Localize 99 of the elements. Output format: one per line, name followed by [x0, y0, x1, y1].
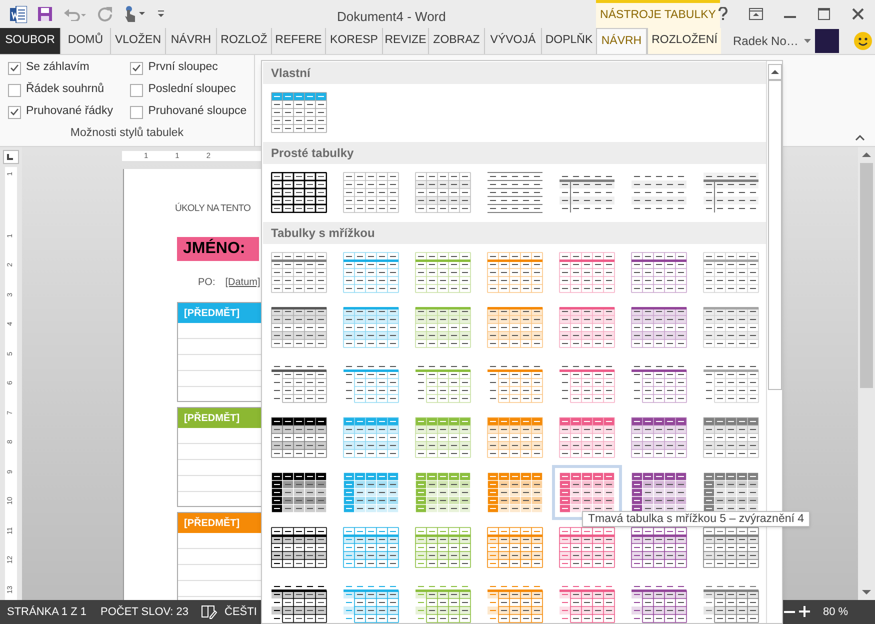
table-style-option[interactable]	[415, 172, 471, 213]
table-style-option[interactable]	[487, 472, 543, 513]
table-style-option[interactable]	[703, 307, 759, 348]
table-style-option[interactable]	[559, 252, 615, 293]
word-app-icon[interactable]	[10, 6, 27, 22]
checkbox[interactable]	[130, 84, 144, 96]
scrollbar-thumb[interactable]	[768, 80, 782, 390]
section-header: Tabulky s mřížkou	[263, 222, 766, 244]
document-scrollbar[interactable]	[858, 147, 875, 600]
close-icon[interactable]	[852, 8, 864, 20]
section-header: Vlastní	[263, 62, 766, 84]
table-style-option[interactable]	[487, 527, 543, 568]
page-heading: ÚKOLY NA TENTO	[175, 202, 252, 216]
table-style-option[interactable]	[631, 307, 687, 348]
table-style-option[interactable]	[703, 472, 759, 513]
group-label: Možnosti stylů tabulek	[70, 126, 184, 141]
checkbox-label[interactable]: Se záhlavím	[26, 59, 90, 77]
table-style-option[interactable]	[271, 252, 327, 293]
table-style-option[interactable]	[487, 417, 543, 458]
tab-selector-icon[interactable]	[3, 150, 19, 164]
table-style-option[interactable]	[487, 252, 543, 293]
caret-icon[interactable]	[804, 39, 812, 43]
table-style-option[interactable]	[343, 417, 399, 458]
table-style-option[interactable]	[703, 527, 759, 568]
ribbon-display-icon[interactable]	[749, 8, 763, 20]
checkbox[interactable]	[8, 62, 21, 74]
ribbon-tab[interactable]: DOMŮ	[60, 28, 110, 54]
table-style-option[interactable]	[271, 307, 327, 348]
table-style-option[interactable]	[631, 417, 687, 458]
window-title: Dokument4 - Word	[337, 8, 446, 26]
ribbon-tab[interactable]: ROZLOŽENÍ	[647, 28, 721, 54]
table-style-option[interactable]	[415, 527, 471, 568]
table-style-option[interactable]	[343, 307, 399, 348]
table-style-option[interactable]	[703, 172, 759, 213]
collapse-ribbon-icon[interactable]	[855, 135, 865, 141]
checkbox[interactable]	[130, 62, 144, 74]
ribbon-tab[interactable]: ZOBRAZ	[428, 28, 484, 54]
table-style-option[interactable]	[631, 252, 687, 293]
table-style-option[interactable]	[487, 307, 543, 348]
checkbox-label[interactable]: Poslední sloupec	[148, 81, 236, 99]
ribbon-tab[interactable]: NÁVRH	[596, 28, 647, 54]
checkbox[interactable]	[8, 106, 21, 118]
ribbon-tab[interactable]: ROZLOŽ	[216, 28, 271, 54]
table-style-option[interactable]	[271, 417, 327, 458]
scrollbar-thumb[interactable]	[860, 163, 873, 388]
context-tab-group-header: NÁSTROJE TABULKY	[596, 0, 720, 28]
ribbon-tab[interactable]: NÁVRH	[165, 28, 216, 54]
ribbon-tab[interactable]: VLOŽEN	[110, 28, 165, 54]
scroll-up-icon[interactable]	[768, 64, 782, 80]
table-style-option[interactable]	[271, 472, 327, 513]
checkbox-label[interactable]: Pruhované sloupce	[148, 103, 247, 121]
page-count[interactable]: STRÁNKA 1 Z 1	[7, 604, 86, 620]
profile-picture-placeholder[interactable]	[815, 29, 840, 53]
table-style-option[interactable]	[343, 172, 399, 213]
table-style-option[interactable]	[559, 527, 615, 568]
ribbon-tab[interactable]: KORESP	[325, 28, 382, 54]
name-label: JMÉNO:	[177, 237, 259, 262]
table-style-option[interactable]	[559, 417, 615, 458]
section-header: Prosté tabulky	[263, 142, 766, 164]
day-label: PO:	[198, 276, 216, 290]
ribbon-tab[interactable]: VÝVOJÁ	[484, 28, 541, 54]
table-style-option[interactable]	[271, 527, 327, 568]
checkbox[interactable]	[130, 106, 144, 118]
table-style-option[interactable]	[703, 252, 759, 293]
checkbox-label[interactable]: Pruhované řádky	[26, 103, 113, 121]
table-style-option[interactable]	[415, 307, 471, 348]
table-style-option[interactable]	[487, 172, 543, 213]
ribbon-tab[interactable]: REFERE	[271, 28, 325, 54]
date-placeholder[interactable]: [Datum]	[225, 275, 260, 290]
touch-mode-icon[interactable]	[123, 5, 147, 23]
ribbon-tab[interactable]: SOUBOR	[0, 28, 60, 54]
help-icon[interactable]	[718, 7, 728, 21]
word-count[interactable]: POČET SLOV: 23	[100, 604, 189, 620]
save-icon[interactable]	[37, 6, 53, 22]
table-style-option[interactable]	[703, 417, 759, 458]
checkbox-label[interactable]: Řádek souhrnů	[26, 81, 104, 99]
table-style-option[interactable]	[343, 252, 399, 293]
account-name[interactable]: Radek No…	[733, 32, 798, 50]
tooltip: Tmavá tabulka s mřížkou 5 – zvýraznění 4	[582, 511, 810, 527]
table-style-option[interactable]	[271, 172, 327, 213]
table-style-option[interactable]	[415, 417, 471, 458]
table-style-option[interactable]	[631, 472, 687, 513]
zoom-level[interactable]: 80 %	[823, 604, 848, 620]
proofing-icon[interactable]	[200, 605, 217, 619]
table-style-option[interactable]	[415, 252, 471, 293]
table-style-option[interactable]	[415, 472, 471, 513]
checkbox[interactable]	[8, 84, 21, 96]
table-style-option[interactable]	[631, 527, 687, 568]
table-style-option[interactable]	[343, 527, 399, 568]
table-style-option[interactable]	[271, 92, 327, 133]
smiley-icon[interactable]	[854, 32, 872, 50]
checkbox-label[interactable]: První sloupec	[148, 59, 218, 77]
language-indicator[interactable]: ČEŠTI	[224, 604, 257, 620]
customize-toolbar-icon[interactable]	[157, 10, 165, 18]
ribbon-tab[interactable]: REVIZE	[382, 28, 428, 54]
table-style-option[interactable]	[343, 472, 399, 513]
table-style-option[interactable]	[559, 307, 615, 348]
zoom-in-icon[interactable]	[799, 606, 810, 617]
maximize-icon[interactable]	[818, 8, 830, 20]
